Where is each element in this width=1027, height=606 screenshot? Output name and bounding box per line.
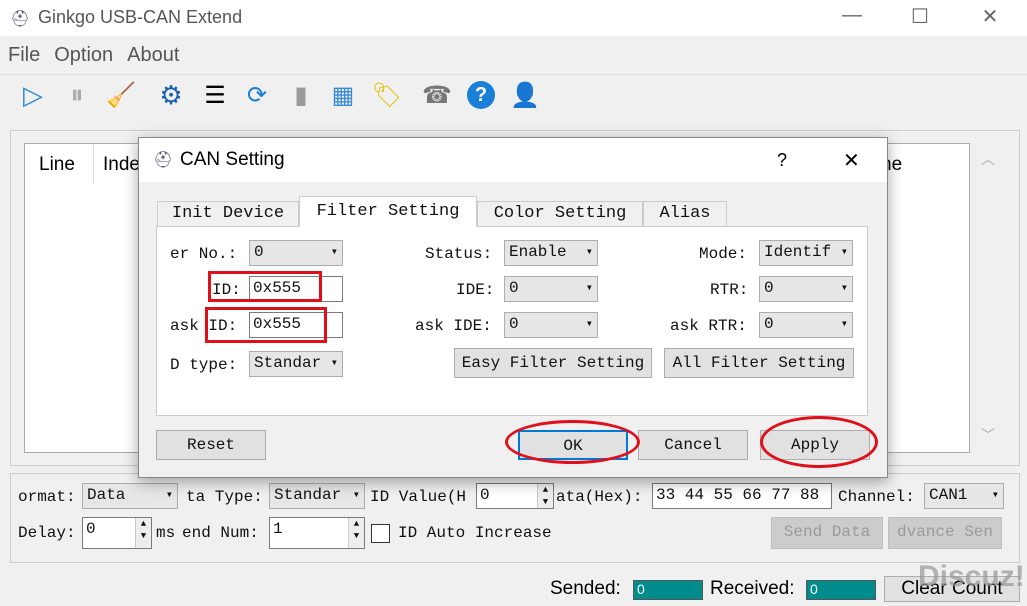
ide-label: IDE:	[456, 281, 495, 299]
mask-rtr-label: ask RTR:	[670, 317, 747, 335]
annotation-ellipse-ok	[505, 420, 640, 464]
spin-buttons[interactable]: ▲ ▼	[135, 518, 151, 548]
maximize-button[interactable]: ☐	[900, 4, 940, 32]
format-label: ormat:	[18, 488, 76, 506]
send-num-input[interactable]: 1 ▲ ▼	[269, 517, 365, 549]
spin-buttons[interactable]: ▲ ▼	[537, 484, 553, 508]
window-title: Ginkgo USB-CAN Extend	[38, 7, 243, 27]
menu-about[interactable]: About	[127, 44, 179, 66]
format-select[interactable]: Data	[82, 483, 178, 509]
mode-label: Mode:	[699, 245, 748, 263]
filter-no-label: er No.:	[170, 245, 238, 263]
sended-label: Sended:	[550, 578, 621, 599]
id-value: 0	[480, 486, 490, 504]
tag-icon[interactable]: 🏷	[370, 78, 404, 112]
send-num-value: 1	[273, 520, 283, 538]
list-icon[interactable]: ☰	[198, 78, 232, 112]
help-button[interactable]: ?	[777, 150, 787, 171]
palette-icon[interactable]: ▦	[326, 78, 360, 112]
data-type-label: ta Type:	[186, 488, 263, 506]
channel-select[interactable]: CAN1	[924, 483, 1004, 509]
ide-select[interactable]: 0	[504, 276, 598, 302]
delay-value: 0	[86, 520, 96, 538]
broom-icon[interactable]: 🧹	[104, 78, 138, 112]
title-bar: ⛑ Ginkgo USB-CAN Extend — ☐ ✕	[0, 0, 1027, 36]
refresh-icon[interactable]: ⟳	[240, 78, 274, 112]
fax-icon[interactable]: ☎	[420, 78, 454, 112]
mode-select[interactable]: Identif	[759, 240, 853, 266]
tab-alias[interactable]: Alias	[643, 201, 727, 226]
help-icon[interactable]: ?	[464, 78, 498, 112]
id-type-select[interactable]: Standar	[249, 351, 343, 377]
play-icon[interactable]: ▷	[16, 78, 50, 112]
app-icon: ⛑	[10, 11, 31, 28]
annotation-box-mask-id	[205, 307, 327, 343]
mask-rtr-select[interactable]: 0	[759, 312, 853, 338]
received-count: 0	[806, 580, 876, 600]
user-info-icon[interactable]: 👤	[508, 78, 542, 112]
rtr-select[interactable]: 0	[759, 276, 853, 302]
cancel-button[interactable]: Cancel	[638, 430, 748, 460]
menu-option[interactable]: Option	[54, 44, 113, 66]
mask-ide-select[interactable]: 0	[504, 312, 598, 338]
reset-button[interactable]: Reset	[156, 430, 266, 460]
annotation-box-id	[208, 271, 322, 302]
tab-filter-setting[interactable]: Filter Setting	[299, 196, 477, 227]
channel-label: Channel:	[838, 488, 915, 506]
gear-icon[interactable]: ⚙	[154, 78, 188, 112]
dialog-close-button[interactable]: ✕	[843, 148, 860, 173]
mask-ide-label: ask IDE:	[415, 317, 492, 335]
tab-color-setting[interactable]: Color Setting	[477, 201, 643, 226]
data-hex-input[interactable]: 33 44 55 66 77 88	[652, 483, 832, 509]
id-auto-checkbox[interactable]	[371, 524, 390, 543]
filter-no-select[interactable]: 0	[249, 240, 343, 266]
all-filter-button[interactable]: All Filter Setting	[664, 348, 854, 378]
menu-file[interactable]: File	[8, 44, 40, 66]
id-auto-label: ID Auto Increase	[398, 524, 552, 542]
id-value-input[interactable]: 0 ▲ ▼	[476, 483, 554, 509]
send-data-button[interactable]: Send Data	[771, 517, 883, 549]
status-select[interactable]: Enable	[504, 240, 598, 266]
minimize-button[interactable]: —	[832, 4, 872, 32]
easy-filter-button[interactable]: Easy Filter Setting	[454, 348, 652, 378]
id-type-label: D type:	[170, 356, 238, 374]
col-index[interactable]: Inde	[103, 154, 140, 176]
delay-input[interactable]: 0 ▲ ▼	[82, 517, 152, 549]
col-line[interactable]: Line	[39, 154, 75, 176]
dialog-title-bar: ⛑ CAN Setting ? ✕	[139, 138, 887, 182]
bar-chart-icon[interactable]: ▮	[284, 78, 318, 112]
id-value-label: ID Value(H	[370, 488, 467, 506]
send-num-label: end Num:	[182, 524, 259, 542]
annotation-ellipse-apply	[760, 416, 878, 468]
tab-init-device[interactable]: Init Device	[157, 201, 299, 226]
scrollbar[interactable]: ︿ ﹀	[976, 143, 1000, 453]
watermark: Discuz!	[918, 560, 1025, 593]
delay-label: Delay:	[18, 524, 76, 542]
app-icon: ⛑	[153, 152, 174, 169]
menu-bar: File Option About	[8, 44, 193, 67]
spin-buttons[interactable]: ▲ ▼	[348, 518, 364, 548]
received-label: Received:	[710, 578, 795, 599]
sended-count: 0	[633, 580, 703, 600]
advance-send-button[interactable]: dvance Sen	[888, 517, 1002, 549]
close-button[interactable]: ✕	[970, 4, 1010, 32]
status-label: Status:	[425, 245, 493, 263]
pause-icon[interactable]: ⏸	[60, 78, 94, 112]
data-type-select[interactable]: Standar	[269, 483, 365, 509]
data-hex-label: ata(Hex):	[556, 488, 643, 506]
dialog-title: CAN Setting	[180, 149, 285, 170]
rtr-label: RTR:	[710, 281, 749, 299]
ms-label: ms	[156, 524, 176, 542]
